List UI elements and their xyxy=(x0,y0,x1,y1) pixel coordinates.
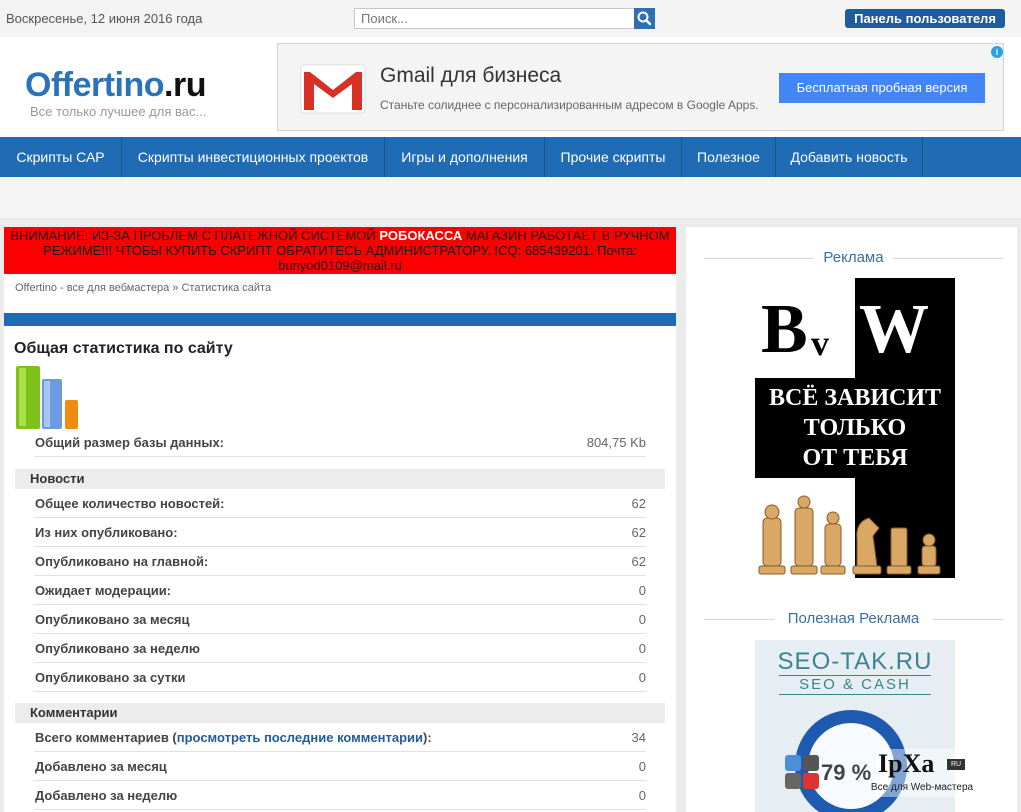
stat-row-news-month: Опубликовано за месяц 0 xyxy=(34,605,646,634)
sidebar: Реклама B v s W ВСЁ ЗАВИСИТ ТОЛЬКО ОТ ТЕ… xyxy=(686,227,1017,812)
stat-row-comments-week: Добавлено за неделю 0 xyxy=(34,781,646,810)
top-bar: Воскресенье, 12 июня 2016 года Панель по… xyxy=(0,0,1021,38)
stat-label: Опубликовано за месяц xyxy=(35,612,190,627)
bvsw-ad-banner[interactable]: B v s W ВСЁ ЗАВИСИТ ТОЛЬКО ОТ ТЕБЯ xyxy=(755,278,955,578)
bvsw-line-3: ОТ ТЕБЯ xyxy=(802,445,908,471)
ipxa-wordmark: IpXa xyxy=(878,749,935,778)
nav-item-investment-scripts[interactable]: Скрипты инвестиционных проектов xyxy=(122,137,385,177)
gmail-logo-icon xyxy=(300,64,366,114)
breadcrumb-current: Статистика сайта xyxy=(181,282,272,294)
nav-item-other-scripts[interactable]: Прочие скрипты xyxy=(545,137,682,177)
stat-label-before: Всего комментариев ( xyxy=(35,730,177,745)
stat-label: Добавлено за месяц xyxy=(35,759,167,774)
stat-label-after: ): xyxy=(423,730,432,745)
section-news: Новости xyxy=(15,469,665,489)
breadcrumb: Offertino - все для вебмастера » Статист… xyxy=(15,282,271,294)
stat-label: Опубликовано за сутки xyxy=(35,670,186,685)
site-header: Offertino.ru Все только лучшее для вас..… xyxy=(0,37,1021,137)
logo-tld: .ru xyxy=(164,66,206,104)
ad-title: Gmail для бизнеса xyxy=(380,64,562,87)
bvsw-letter-w: W xyxy=(859,291,929,368)
warning-banner: ВНИМАНИЕ: ИЗ-ЗА ПРОБЛЕМ С ПЛАТЕЖНОЙ СИСТ… xyxy=(4,227,676,274)
stat-label: Опубликовано на главной: xyxy=(35,554,209,569)
content-title-bar xyxy=(4,313,676,326)
stat-label: Опубликовано за неделю xyxy=(35,641,200,656)
site-logo[interactable]: Offertino.ru xyxy=(25,66,206,105)
search-box xyxy=(354,8,655,29)
sub-nav-bar xyxy=(0,177,1021,219)
sidebar-ads-header: Реклама xyxy=(704,248,1003,268)
stat-row-news-moderation: Ожидает модерации: 0 xyxy=(34,576,646,605)
stat-label: Общее количество новостей: xyxy=(35,496,225,511)
stat-row-news-day: Опубликовано за сутки 0 xyxy=(34,663,646,692)
view-latest-comments-link[interactable]: просмотреть последние комментарии xyxy=(177,730,423,745)
stat-value: 804,75 Kb xyxy=(586,435,646,450)
stat-row-db-size: Общий размер базы данных: 804,75 Kb xyxy=(34,428,646,457)
stat-label: Из них опубликовано: xyxy=(35,525,178,540)
stat-label: Всего комментариев (просмотреть последни… xyxy=(35,730,432,745)
stat-value: 62 xyxy=(631,525,646,540)
bvsw-letter-v: v xyxy=(811,323,829,363)
current-date: Воскресенье, 12 июня 2016 года xyxy=(6,11,203,26)
stat-row-comments-month: Добавлено за месяц 0 xyxy=(34,752,646,781)
site-slogan: Все только лучшее для вас... xyxy=(30,104,207,119)
logo-main: Offertino xyxy=(25,66,165,104)
ipxa-logo[interactable]: IpXa RU Все для Web-мастера xyxy=(871,749,973,797)
chess-pieces-icon xyxy=(758,495,941,575)
breadcrumb-home[interactable]: Offertino - все для вебмастера xyxy=(15,282,169,294)
sidebar-ads-title: Реклама xyxy=(823,249,884,266)
bvsw-line-2: ТОЛЬКО xyxy=(803,415,907,441)
stat-value: 62 xyxy=(631,554,646,569)
stat-value: 0 xyxy=(638,788,646,803)
nav-item-add-news[interactable]: Добавить новость xyxy=(776,137,923,177)
bvsw-line-1: ВСЁ ЗАВИСИТ xyxy=(768,385,942,411)
stat-value: 0 xyxy=(638,612,646,627)
nav-item-cap-scripts[interactable]: Скрипты САР xyxy=(0,137,122,177)
stat-value: 0 xyxy=(638,759,646,774)
search-button[interactable] xyxy=(634,8,655,29)
ipxa-ru-badge: RU xyxy=(947,759,965,770)
stat-row-news-main: Опубликовано на главной: 62 xyxy=(34,547,646,576)
seo-ad-title: SEO-TAK.RU xyxy=(777,648,933,675)
ad-info-icon[interactable]: i xyxy=(991,46,1003,58)
stat-value: 0 xyxy=(638,583,646,598)
section-comments: Комментарии xyxy=(15,703,665,723)
page-title: Общая статистика по сайту xyxy=(14,340,233,357)
section-title: Комментарии xyxy=(30,705,118,720)
stat-label: Добавлено за неделю xyxy=(35,788,178,803)
stat-label: Ожидает модерации: xyxy=(35,583,172,598)
stat-row-news-published: Из них опубликовано: 62 xyxy=(34,518,646,547)
user-panel-button[interactable]: Панель пользователя xyxy=(845,9,1005,28)
warning-text-before: ВНИМАНИЕ: ИЗ-ЗА ПРОБЛЕМ С ПЛАТЕЖНОЙ СИСТ… xyxy=(10,228,380,243)
stat-row-news-total: Общее количество новостей: 62 xyxy=(34,489,646,518)
bvsw-letter-s: s xyxy=(829,313,844,353)
main-nav: Скрипты САР Скрипты инвестиционных проек… xyxy=(0,137,1021,177)
section-title: Новости xyxy=(30,471,85,486)
stat-value: 62 xyxy=(631,496,646,511)
breadcrumb-separator: » xyxy=(169,282,182,294)
ad-trial-button[interactable]: Бесплатная пробная версия xyxy=(779,73,985,103)
nav-item-games[interactable]: Игры и дополнения xyxy=(385,137,545,177)
main-content: ВНИМАНИЕ: ИЗ-ЗА ПРОБЛЕМ С ПЛАТЕЖНОЙ СИСТ… xyxy=(4,227,676,812)
warning-highlight: РОБОКАССА xyxy=(379,228,466,243)
search-input[interactable] xyxy=(354,8,638,29)
ipxa-tagline: Все для Web-мастера xyxy=(870,782,974,793)
stat-value: 34 xyxy=(631,730,646,745)
gmail-ad-banner[interactable]: Gmail для бизнеса Станьте солиднее с пер… xyxy=(277,43,1004,131)
magnifier-icon xyxy=(637,11,652,26)
nav-item-useful[interactable]: Полезное xyxy=(682,137,776,177)
ad-subtitle: Станьте солиднее с персонализированным а… xyxy=(380,98,759,112)
stat-label: Общий размер базы данных: xyxy=(35,435,225,450)
sidebar-useful-header: Полезная Реклама xyxy=(704,609,1003,629)
stat-value: 0 xyxy=(638,670,646,685)
seo-ad-subtitle: SEO & CASH xyxy=(779,675,931,695)
cubes-icon xyxy=(785,755,819,789)
bvsw-letter-b: B xyxy=(761,291,808,368)
stat-row-comments-total: Всего комментариев (просмотреть последни… xyxy=(34,723,646,752)
stat-value: 0 xyxy=(638,641,646,656)
stat-row-news-week: Опубликовано за неделю 0 xyxy=(34,634,646,663)
bar-chart-icon xyxy=(16,366,78,429)
sidebar-useful-title: Полезная Реклама xyxy=(787,610,920,627)
